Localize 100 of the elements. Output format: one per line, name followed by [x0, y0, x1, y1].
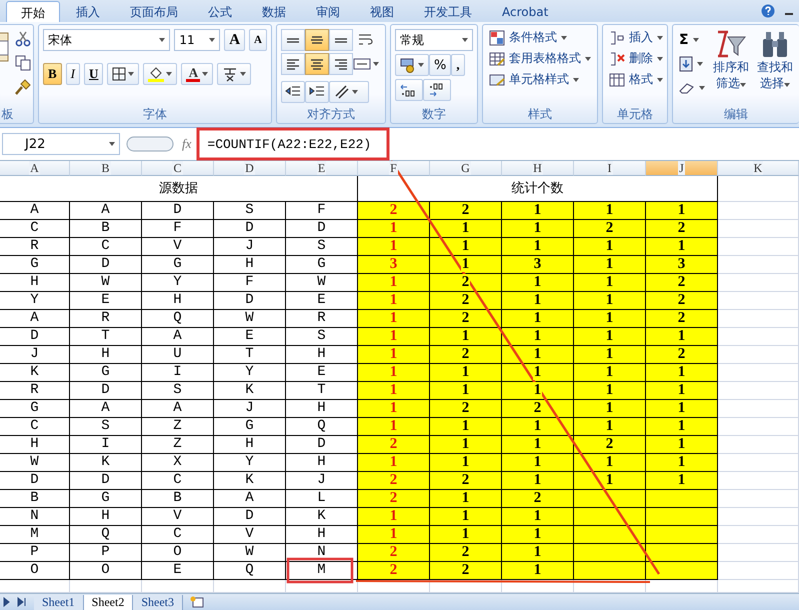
- ribbon-tab[interactable]: 页面布局: [116, 1, 192, 22]
- table-cell: K: [70, 454, 142, 472]
- table-cell: C: [142, 472, 214, 490]
- insert-function-button[interactable]: fx: [180, 136, 194, 152]
- ribbon-tab[interactable]: 插入: [62, 1, 114, 22]
- ribbon-tab[interactable]: 公式: [194, 1, 246, 22]
- font-style-button[interactable]: B: [43, 63, 62, 85]
- decrease-decimal-button[interactable]: [423, 79, 451, 101]
- formula-field[interactable]: =COUNTIF(A22:E22,E22): [199, 134, 380, 154]
- table-cell: 1: [502, 418, 574, 436]
- scissors-icon[interactable]: [15, 31, 31, 47]
- align-button[interactable]: [329, 53, 353, 75]
- column-header[interactable]: B: [70, 161, 142, 176]
- style-menu-button[interactable]: 条件格式: [487, 27, 569, 48]
- sheet-nav-icon[interactable]: [2, 597, 28, 607]
- sheet-tab[interactable]: Sheet2: [84, 594, 134, 610]
- cells-menu-button[interactable]: 插入: [607, 27, 665, 48]
- column-header[interactable]: F: [358, 161, 430, 176]
- column-header[interactable]: C: [142, 161, 214, 176]
- align-button[interactable]: [305, 29, 329, 51]
- column-header[interactable]: H: [502, 161, 574, 176]
- font-size-field[interactable]: 11: [174, 29, 220, 51]
- column-header[interactable]: K: [718, 161, 799, 176]
- comma-button[interactable]: ,: [451, 54, 465, 76]
- ribbon-tab[interactable]: 视图: [356, 1, 408, 22]
- column-header[interactable]: E: [286, 161, 358, 176]
- table-cell: 2: [358, 472, 430, 490]
- ribbon-tab[interactable]: 开始: [6, 1, 60, 22]
- shrink-font-button[interactable]: A: [249, 29, 267, 51]
- table-cell: A: [142, 328, 214, 346]
- caret-icon: [657, 36, 663, 40]
- column-header[interactable]: I: [574, 161, 646, 176]
- cells-menu-button[interactable]: 删除: [607, 48, 665, 69]
- table-cell: D: [70, 256, 142, 274]
- table-cell: S: [214, 202, 286, 220]
- table-cell: D: [0, 472, 70, 490]
- orientation-button[interactable]: [329, 81, 369, 103]
- table-cell: C: [0, 220, 70, 238]
- ribbon-tab[interactable]: Acrobat: [488, 1, 562, 22]
- find-select-button[interactable]: 查找和 选择: [755, 29, 795, 106]
- table-cell: G: [214, 418, 286, 436]
- sheet-tab[interactable]: Sheet3: [133, 594, 184, 610]
- column-header[interactable]: D: [214, 161, 286, 176]
- ribbon-tab[interactable]: 开发工具: [410, 1, 486, 22]
- percent-button[interactable]: %: [429, 54, 452, 76]
- table-cell: A: [70, 400, 142, 418]
- minimize-icon[interactable]: [785, 13, 793, 16]
- font-field[interactable]: 宋体: [43, 29, 170, 51]
- name-box[interactable]: J22: [2, 133, 120, 155]
- table-cell: 1: [358, 274, 430, 292]
- number-format-field[interactable]: 常规: [395, 29, 473, 51]
- font-style-button[interactable]: U: [84, 63, 104, 85]
- decrease-indent-button[interactable]: [281, 81, 305, 103]
- table-cell: H: [0, 274, 70, 292]
- ribbon-tab[interactable]: 数据: [248, 1, 300, 22]
- format-painter-icon[interactable]: [15, 79, 31, 95]
- table-cell: D: [214, 292, 286, 310]
- table-cell: J: [214, 400, 286, 418]
- increase-indent-button[interactable]: [305, 81, 329, 103]
- sort-filter-button[interactable]: 排序和 筛选: [711, 29, 751, 106]
- table-cell: O: [70, 562, 142, 580]
- grow-font-button[interactable]: A: [224, 29, 246, 51]
- table-cell: 1: [430, 238, 502, 256]
- ribbon-tab[interactable]: 审阅: [302, 1, 354, 22]
- column-header[interactable]: A: [0, 161, 70, 176]
- table-cell: 1: [430, 508, 502, 526]
- borders-button[interactable]: [107, 63, 140, 85]
- phonetic-button[interactable]: [217, 63, 252, 85]
- table-cell: A: [214, 490, 286, 508]
- table-cell: 1: [430, 256, 502, 274]
- align-button[interactable]: [305, 53, 329, 75]
- sheet-tab[interactable]: Sheet1: [34, 594, 84, 610]
- table-cell: M: [0, 526, 70, 544]
- merge-center-icon: [353, 57, 371, 71]
- table-cell: V: [142, 238, 214, 256]
- autosum-button[interactable]: Σ: [677, 31, 707, 49]
- style-menu-button[interactable]: 套用表格格式: [487, 48, 593, 69]
- table-cell: A: [0, 310, 70, 328]
- table-cell: 1: [358, 310, 430, 328]
- font-style-button[interactable]: I: [66, 63, 80, 85]
- copy-icon[interactable]: [15, 55, 31, 71]
- align-button[interactable]: [281, 29, 305, 51]
- column-header[interactable]: J: [646, 161, 718, 176]
- currency-button[interactable]: [395, 54, 429, 76]
- column-header[interactable]: G: [430, 161, 502, 176]
- font-color-button[interactable]: A: [181, 63, 214, 85]
- increase-decimal-button[interactable]: [395, 79, 423, 101]
- table-cell: C: [0, 418, 70, 436]
- style-menu-button[interactable]: 单元格样式: [487, 69, 581, 90]
- help-icon[interactable]: [761, 4, 775, 18]
- new-sheet-icon[interactable]: [189, 596, 206, 608]
- caret-icon: [462, 38, 468, 42]
- fill-color-button[interactable]: [143, 63, 178, 85]
- table-cell: 1: [574, 418, 646, 436]
- splitter-handle-icon[interactable]: [126, 136, 174, 152]
- group-label: 单元格: [617, 106, 653, 123]
- table-cell: 2: [502, 490, 574, 508]
- align-button[interactable]: [329, 29, 353, 51]
- align-button[interactable]: [281, 53, 305, 75]
- cells-menu-button[interactable]: 格式: [607, 69, 665, 90]
